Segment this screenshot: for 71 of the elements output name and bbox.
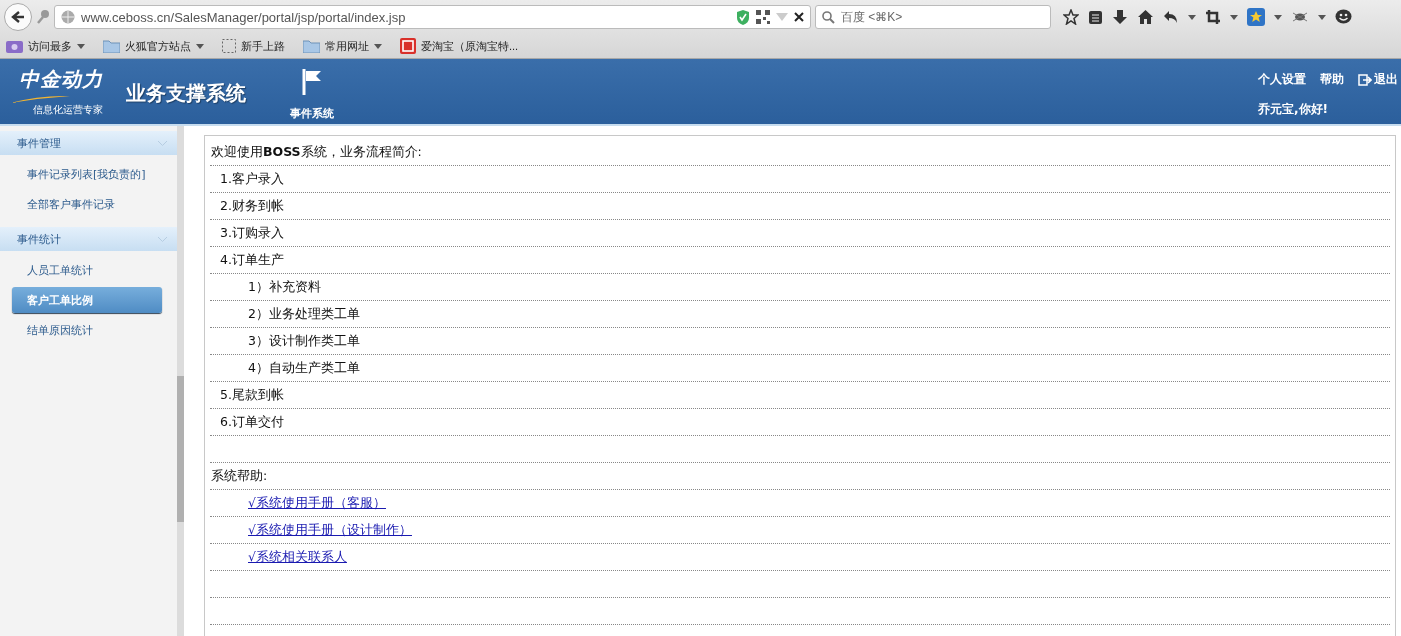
process-step: 4.订单生产 xyxy=(220,251,284,269)
intro-text: 欢迎使用BOSS系统，业务流程简介: xyxy=(211,143,422,161)
folder-icon xyxy=(103,39,120,53)
menu-group-header[interactable]: 事件管理 xyxy=(0,131,177,155)
help-title: 系统帮助: xyxy=(211,467,268,485)
download-arrow-icon[interactable] xyxy=(1112,9,1128,25)
taobao-logo-icon xyxy=(400,38,416,54)
star-icon[interactable] xyxy=(1063,9,1079,25)
bookmark-item[interactable]: 访问最多 xyxy=(6,38,85,54)
dropdown-triangle-icon[interactable] xyxy=(1188,14,1196,20)
chevron-down-icon xyxy=(158,140,167,146)
star-badge-icon[interactable] xyxy=(1247,8,1265,26)
user-greeting: 乔元宝,你好! xyxy=(1258,101,1330,118)
process-step: 1）补充资料 xyxy=(248,278,321,296)
header-link[interactable]: 帮助 xyxy=(1320,71,1344,88)
dropdown-triangle-icon[interactable] xyxy=(1274,14,1282,20)
process-step: 4）自动生产类工单 xyxy=(248,359,360,377)
globe-icon xyxy=(61,10,75,24)
bookmark-item[interactable]: 火狐官方站点 xyxy=(103,38,204,54)
qr-code-icon[interactable] xyxy=(756,10,770,24)
dropdown-triangle-icon xyxy=(77,43,85,49)
search-placeholder: 百度 <⌘K> xyxy=(841,8,903,26)
folder-icon xyxy=(303,39,320,53)
process-step: 3.订购录入 xyxy=(220,224,284,242)
menu-item[interactable]: 人员工单统计 xyxy=(12,257,162,283)
scrollbar[interactable] xyxy=(177,126,184,636)
undo-arrow-icon[interactable] xyxy=(1163,9,1179,25)
dropdown-triangle-icon xyxy=(196,43,204,49)
chevron-down-icon xyxy=(158,236,167,242)
back-button[interactable] xyxy=(4,3,32,31)
clipboard-icon[interactable] xyxy=(1088,9,1103,25)
header-link[interactable]: 个人设置 xyxy=(1258,71,1306,88)
company-logo: 中金动力 信息化运营专家 xyxy=(10,59,112,124)
process-step: 3）设计制作类工单 xyxy=(248,332,360,350)
menu-item[interactable]: 全部客户事件记录 xyxy=(12,191,162,217)
dropdown-triangle-icon xyxy=(374,43,382,49)
address-bar[interactable]: www.ceboss.cn/SalesManager/portal/jsp/portal/index.jsp xyxy=(54,5,811,29)
header-link[interactable]: 退出 xyxy=(1358,71,1398,88)
dropdown-triangle-icon[interactable] xyxy=(1318,14,1326,20)
help-link[interactable]: √系统相关联系人 xyxy=(248,548,347,566)
process-step: 5.尾款到帐 xyxy=(220,386,284,404)
logout-icon xyxy=(1358,73,1372,86)
crop-icon[interactable] xyxy=(1205,9,1221,25)
key-icon xyxy=(36,9,50,25)
process-step: 1.客户录入 xyxy=(220,170,284,188)
process-step: 6.订单交付 xyxy=(220,413,284,431)
flag-icon xyxy=(301,68,323,96)
menu-item[interactable]: 事件记录列表[我负责的] xyxy=(12,161,162,187)
nav-tab[interactable]: 事件系统 xyxy=(290,59,334,124)
bug-icon[interactable] xyxy=(1291,10,1309,24)
dropdown-triangle-icon[interactable] xyxy=(1230,14,1238,20)
close-icon[interactable] xyxy=(794,12,804,22)
bookmark-item[interactable]: 新手上路 xyxy=(222,38,285,54)
home-icon[interactable] xyxy=(1137,9,1154,25)
search-icon xyxy=(822,10,835,24)
help-link[interactable]: √系统使用手册（客服） xyxy=(248,494,386,512)
bookmark-item[interactable]: 常用网址 xyxy=(303,38,382,54)
process-step: 2）业务处理类工单 xyxy=(248,305,360,323)
shield-icon[interactable] xyxy=(736,9,750,25)
blank-page-icon xyxy=(222,39,236,53)
process-step: 2.财务到帐 xyxy=(220,197,284,215)
menu-item[interactable]: 结单原因统计 xyxy=(12,317,162,343)
smart-folder-icon xyxy=(6,39,23,53)
bookmark-item[interactable]: 爱淘宝（原淘宝特... xyxy=(400,38,519,54)
help-link[interactable]: √系统使用手册（设计制作） xyxy=(248,521,412,539)
back-arrow-icon xyxy=(11,10,25,24)
url-text: www.ceboss.cn/SalesManager/portal/jsp/portal/index.jsp xyxy=(81,9,407,25)
smiley-icon[interactable] xyxy=(1335,9,1352,25)
system-title: 业务支撑系统 xyxy=(126,80,246,107)
search-field[interactable]: 百度 <⌘K> xyxy=(815,5,1051,29)
menu-group-header[interactable]: 事件统计 xyxy=(0,227,177,251)
